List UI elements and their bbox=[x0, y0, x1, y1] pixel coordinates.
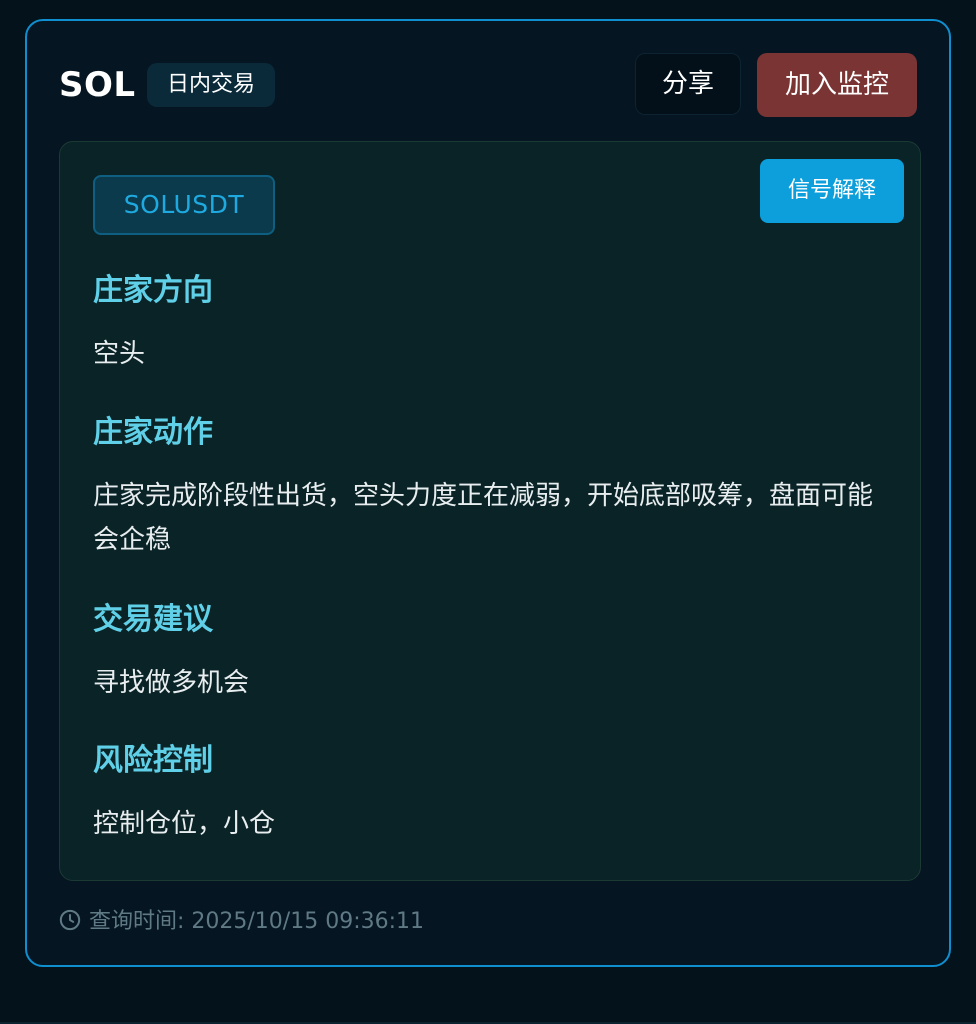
pair-badge: SOLUSDT bbox=[93, 175, 275, 235]
section-direction: 庄家方向 空头 bbox=[93, 272, 890, 376]
card-header: SOL 日内交易 分享 加入监控 bbox=[59, 53, 917, 117]
signal-panel: SOLUSDT 信号解释 庄家方向 空头 庄家动作 庄家完成阶段性出货，空头力度… bbox=[59, 141, 921, 881]
section-body: 控制仓位，小仓 bbox=[93, 809, 276, 839]
section-body: 庄家完成阶段性出货，空头力度正在减弱，开始底部吸筹，盘面可能会企稳 bbox=[93, 481, 874, 555]
query-time-footer: 查询时间: 2025/10/15 09:36:11 bbox=[59, 905, 424, 939]
section-title: 庄家方向 bbox=[93, 273, 213, 308]
add-monitor-button[interactable]: 加入监控 bbox=[757, 53, 917, 117]
section-body: 寻找做多机会 bbox=[93, 668, 250, 698]
share-button[interactable]: 分享 bbox=[635, 53, 741, 115]
section-title: 风险控制 bbox=[93, 743, 213, 778]
section-body: 空头 bbox=[93, 339, 146, 369]
section-risk: 风险控制 控制仓位，小仓 bbox=[93, 742, 890, 846]
section-title: 交易建议 bbox=[93, 602, 213, 637]
query-time-text: 查询时间: 2025/10/15 09:36:11 bbox=[89, 909, 425, 934]
page: SOL 日内交易 分享 加入监控 SOLUSDT 信号解释 庄家方向 空头 庄家… bbox=[0, 0, 976, 1024]
section-action: 庄家动作 庄家完成阶段性出货，空头力度正在减弱，开始底部吸筹，盘面可能会企稳 bbox=[93, 414, 890, 562]
signal-explain-button[interactable]: 信号解释 bbox=[760, 159, 904, 223]
symbol-title: SOL bbox=[59, 65, 136, 105]
section-suggestion: 交易建议 寻找做多机会 bbox=[93, 601, 890, 705]
trade-type-badge: 日内交易 bbox=[147, 63, 276, 107]
section-title: 庄家动作 bbox=[93, 415, 213, 450]
clock-icon bbox=[59, 909, 81, 931]
signal-card: SOL 日内交易 分享 加入监控 SOLUSDT 信号解释 庄家方向 空头 庄家… bbox=[25, 19, 951, 967]
